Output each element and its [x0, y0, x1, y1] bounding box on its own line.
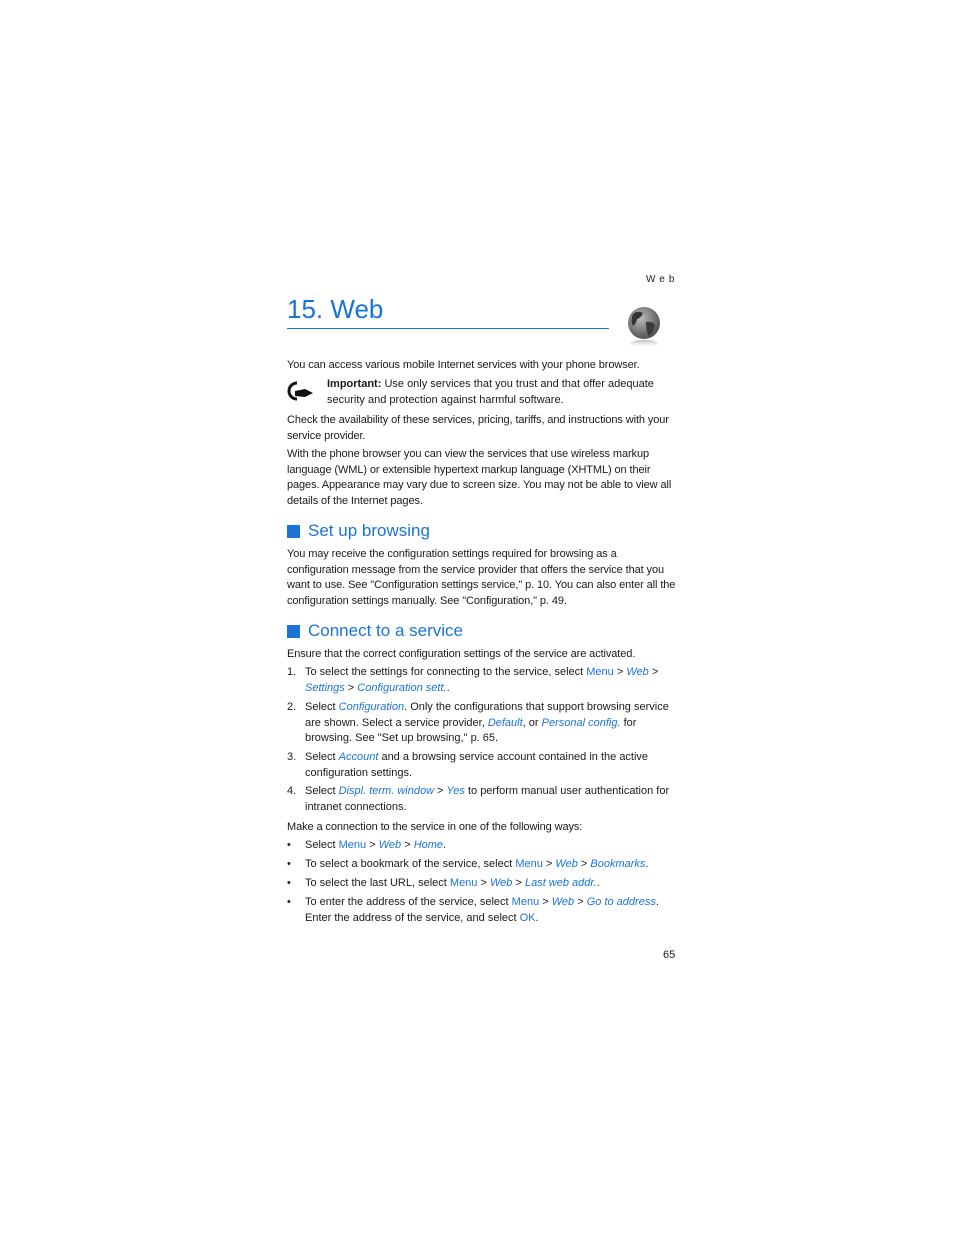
displ-term-window-option: Displ. term. window [338, 785, 434, 797]
step-item: 4. Select Displ. term. window > Yes to p… [287, 785, 670, 813]
personal-config-option: Personal config. [541, 716, 621, 729]
important-note: Important: Use only services that you tr… [327, 377, 667, 408]
way-item: • Select Menu > Web > Home. [287, 838, 679, 854]
section-heading-connect: Connect to a service [287, 621, 463, 641]
web-option: Web [378, 839, 402, 851]
configuration-sett-option: Configuration sett. [357, 681, 447, 694]
connect-intro: Ensure that the correct configuration se… [287, 648, 636, 660]
way-item: • To select a bookmark of the service, s… [287, 857, 679, 873]
section-square-icon [287, 524, 300, 538]
bullet-icon: • [287, 896, 291, 908]
important-label: Important: [327, 378, 382, 390]
home-option: Home [413, 839, 444, 851]
ok-link: OK [519, 911, 536, 924]
account-option: Account [338, 751, 379, 763]
way-item: • To enter the address of the service, s… [287, 896, 659, 924]
last-web-addr-option: Last web addr. [524, 877, 597, 889]
check-paragraph: Check the availability of these services… [287, 414, 669, 442]
bullet-icon: • [287, 858, 291, 870]
configuration-option: Configuration [338, 701, 405, 713]
bullet-icon: • [287, 839, 291, 851]
web-option: Web [626, 666, 649, 678]
intro-paragraph: You can access various mobile Internet s… [287, 359, 640, 371]
settings-option: Settings [305, 681, 345, 694]
menu-link: Menu [449, 877, 478, 889]
globe-icon [624, 304, 664, 354]
bookmarks-option: Bookmarks [590, 858, 646, 870]
running-head: Web [646, 274, 679, 285]
section-square-icon [287, 624, 300, 638]
yes-option: Yes [446, 785, 465, 797]
way-item: • To select the last URL, select Menu > … [287, 876, 679, 892]
bullet-icon: • [287, 877, 291, 889]
menu-link: Menu [586, 666, 614, 678]
step-item: 3. Select Account and a browsing service… [287, 751, 649, 779]
web-option: Web [489, 877, 513, 889]
menu-link: Menu [511, 896, 540, 908]
menu-link: Menu [338, 839, 367, 851]
web-option: Web [555, 858, 578, 870]
setup-paragraph: You may receive the configuration settin… [287, 548, 676, 607]
go-to-address-option: Go to address [586, 896, 656, 908]
browser-paragraph: With the phone browser you can view the … [287, 448, 672, 507]
important-hand-icon [287, 380, 317, 402]
ways-intro: Make a connection to the service in one … [287, 821, 583, 833]
step-item: 2. Select Configuration. Only the config… [287, 701, 669, 745]
web-option: Web [551, 896, 575, 908]
chapter-title: 15. Web [287, 294, 384, 324]
chapter-rule [287, 328, 609, 329]
page-number: 65 [663, 949, 676, 961]
step-item: 1. To select the settings for connecting… [287, 666, 659, 694]
menu-link: Menu [515, 858, 543, 870]
section-heading-setup: Set up browsing [287, 521, 430, 541]
default-option: Default [487, 716, 523, 729]
